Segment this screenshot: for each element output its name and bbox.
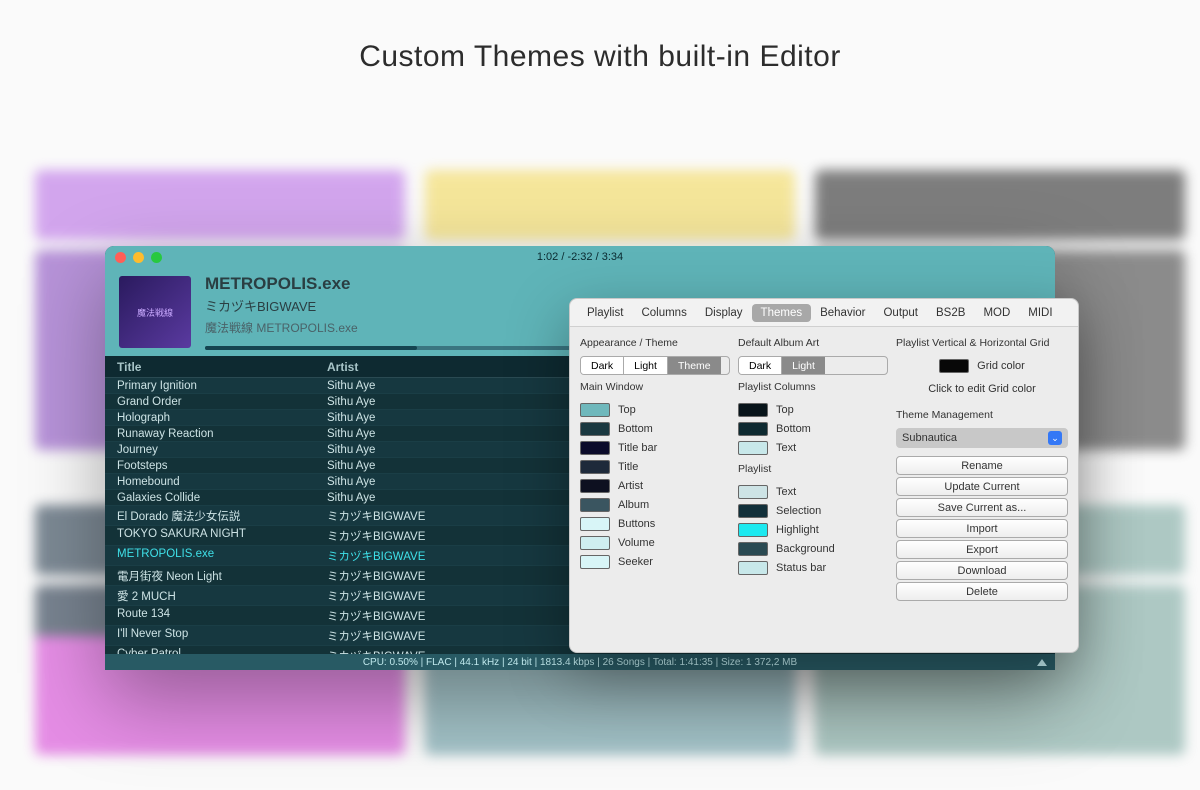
playback-time: 1:02 / -2:32 / 3:34	[537, 251, 623, 263]
theme-dropdown[interactable]: Subnautica ⌄	[896, 428, 1068, 448]
page-heading: Custom Themes with built-in Editor	[0, 40, 1200, 74]
default-art-segment[interactable]: DarkLight	[738, 356, 888, 375]
tab-output[interactable]: Output	[874, 304, 927, 322]
swatch-label: Artist	[618, 480, 643, 492]
preferences-window: PlaylistColumnsDisplayThemesBehaviorOutp…	[569, 298, 1079, 653]
tab-display[interactable]: Display	[696, 304, 752, 322]
seg-dark[interactable]: Dark	[581, 357, 624, 374]
now-playing-title: METROPOLIS.exe	[205, 274, 964, 294]
color-swatch-text[interactable]	[738, 485, 768, 499]
tab-columns[interactable]: Columns	[632, 304, 695, 322]
swatch-label: Top	[618, 404, 636, 416]
update-current-button[interactable]: Update Current	[896, 477, 1068, 496]
color-swatch-title[interactable]	[580, 460, 610, 474]
swatch-label: Background	[776, 543, 835, 555]
color-swatch-selection[interactable]	[738, 504, 768, 518]
color-swatch-bottom[interactable]	[738, 422, 768, 436]
grid-label: Playlist Vertical & Horizontal Grid	[896, 337, 1068, 349]
color-swatch-highlight[interactable]	[738, 523, 768, 537]
tab-playlist[interactable]: Playlist	[578, 304, 632, 322]
seg-light[interactable]: Light	[782, 357, 825, 374]
swatch-label: Volume	[618, 537, 655, 549]
status-bar: CPU: 0.50% | FLAC | 44.1 kHz | 24 bit | …	[105, 654, 1055, 670]
color-swatch-buttons[interactable]	[580, 517, 610, 531]
rename-button[interactable]: Rename	[896, 456, 1068, 475]
swatch-label: Title bar	[618, 442, 657, 454]
swatch-label: Seeker	[618, 556, 653, 568]
grid-hint: Click to edit Grid color	[896, 383, 1068, 395]
swatch-label: Text	[776, 442, 796, 454]
swatch-label: Title	[618, 461, 638, 473]
export-button[interactable]: Export	[896, 540, 1068, 559]
appearance-segment[interactable]: DarkLightTheme	[580, 356, 730, 375]
color-swatch-artist[interactable]	[580, 479, 610, 493]
swatch-label: Bottom	[618, 423, 653, 435]
swatch-label: Buttons	[618, 518, 655, 530]
column-title[interactable]: Title	[117, 360, 327, 374]
download-button[interactable]: Download	[896, 561, 1068, 580]
seg-light[interactable]: Light	[624, 357, 668, 374]
seg-theme[interactable]: Theme	[668, 357, 721, 374]
traffic-lights	[115, 252, 162, 263]
swatch-label: Top	[776, 404, 794, 416]
appearance-label: Appearance / Theme	[580, 337, 730, 349]
color-swatch-text[interactable]	[738, 441, 768, 455]
theme-management-label: Theme Management	[896, 409, 1068, 421]
prefs-tabs: PlaylistColumnsDisplayThemesBehaviorOutp…	[570, 299, 1078, 327]
color-swatch-album[interactable]	[580, 498, 610, 512]
swatch-label: Album	[618, 499, 649, 511]
save-current-as--button[interactable]: Save Current as...	[896, 498, 1068, 517]
titlebar[interactable]: 1:02 / -2:32 / 3:34	[105, 246, 1055, 268]
close-icon[interactable]	[115, 252, 126, 263]
color-swatch-volume[interactable]	[580, 536, 610, 550]
delete-button[interactable]: Delete	[896, 582, 1068, 601]
color-swatch-bottom[interactable]	[580, 422, 610, 436]
color-swatch-top[interactable]	[580, 403, 610, 417]
color-swatch-top[interactable]	[738, 403, 768, 417]
swatch-label: Status bar	[776, 562, 826, 574]
album-art[interactable]: 魔法戦線	[119, 276, 191, 348]
playlist-cols-label: Playlist Columns	[738, 381, 888, 393]
chevron-down-icon: ⌄	[1048, 431, 1062, 445]
tab-behavior[interactable]: Behavior	[811, 304, 874, 322]
swatch-label: Selection	[776, 505, 821, 517]
swatch-label: Highlight	[776, 524, 819, 536]
import-button[interactable]: Import	[896, 519, 1068, 538]
tab-themes[interactable]: Themes	[752, 304, 812, 322]
color-swatch-title-bar[interactable]	[580, 441, 610, 455]
playlist-section-label: Playlist	[738, 463, 888, 475]
expand-icon[interactable]	[1037, 659, 1047, 666]
color-swatch-status-bar[interactable]	[738, 561, 768, 575]
color-swatch-background[interactable]	[738, 542, 768, 556]
seg-dark[interactable]: Dark	[739, 357, 782, 374]
default-art-label: Default Album Art	[738, 337, 888, 349]
maximize-icon[interactable]	[151, 252, 162, 263]
tab-bs2b[interactable]: BS2B	[927, 304, 974, 322]
main-window-label: Main Window	[580, 381, 730, 393]
tab-mod[interactable]: MOD	[974, 304, 1019, 322]
grid-color-label: Grid color	[977, 360, 1025, 372]
tab-midi[interactable]: MIDI	[1019, 304, 1061, 322]
swatch-label: Bottom	[776, 423, 811, 435]
minimize-icon[interactable]	[133, 252, 144, 263]
grid-color-swatch[interactable]	[939, 359, 969, 373]
swatch-label: Text	[776, 486, 796, 498]
color-swatch-seeker[interactable]	[580, 555, 610, 569]
